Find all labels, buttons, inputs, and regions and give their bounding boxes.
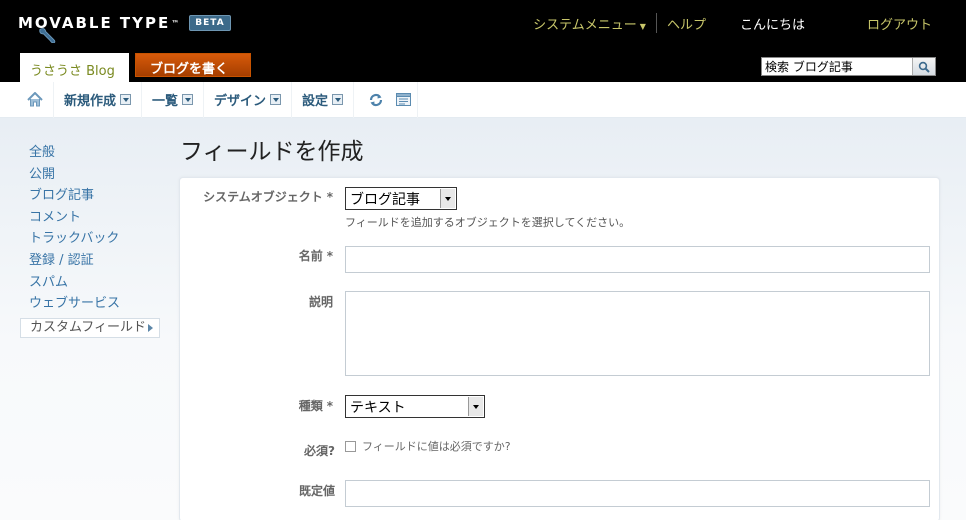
sidebar-item-custom-fields[interactable]: カスタムフィールド <box>20 317 160 338</box>
description-textarea[interactable] <box>345 291 930 376</box>
sidebar-item-label: カスタムフィールド <box>30 320 146 336</box>
required-checkbox[interactable] <box>345 441 356 452</box>
sidebar-item-general[interactable]: 全般 <box>20 142 160 164</box>
type-value: テキスト <box>350 399 406 416</box>
dropdown-arrow-icon <box>182 94 194 105</box>
search-box <box>761 57 936 76</box>
name-input[interactable] <box>345 246 930 273</box>
menu-design[interactable]: デザイン <box>204 81 293 118</box>
system-object-hint: フィールドを追加するオブジェクトを選択してください。 <box>345 216 631 229</box>
sidebar-item-web-services[interactable]: ウェブサービス <box>20 293 160 315</box>
menu-settings-label: 設定 <box>302 94 329 109</box>
settings-sidebar: 全般 公開 ブログ記事 コメント トラックバック 登録 / 認証 スパム ウェブ… <box>20 142 160 338</box>
type-label: 種類 * <box>180 397 333 414</box>
create-field-form: システムオブジェクト * ブログ記事 フィールドを追加するオブジェクトを選択してく… <box>179 177 940 520</box>
menu-list-label: 一覧 <box>152 94 179 109</box>
name-label-text: 名前 <box>298 249 323 263</box>
select-arrow-icon <box>440 189 455 208</box>
system-object-select[interactable]: ブログ記事 <box>345 187 457 210</box>
beta-badge: BETA <box>189 15 231 31</box>
select-arrow-icon <box>468 397 483 416</box>
logo-trademark: ™ <box>171 18 180 28</box>
chevron-down-icon: ▼ <box>639 21 646 31</box>
search-button[interactable] <box>912 58 935 75</box>
search-icon <box>918 61 930 73</box>
sidebar-item-publish[interactable]: 公開 <box>20 164 160 186</box>
required-checkbox-label: フィールドに値は必須ですか? <box>362 440 511 453</box>
sidebar-item-spam[interactable]: スパム <box>20 272 160 294</box>
page-title: フィールドを作成 <box>180 139 364 165</box>
content-area: 全般 公開 ブログ記事 コメント トラックバック 登録 / 認証 スパム ウェブ… <box>0 118 966 520</box>
default-value-input[interactable] <box>345 480 930 507</box>
menu-list[interactable]: 一覧 <box>142 81 205 118</box>
app-header: MOVABLE TYPE ™ BETA システムメニュー ▼ ヘルプ こんにちは ロ… <box>0 0 966 82</box>
greeting-text: こんにちは <box>739 17 805 33</box>
system-object-label-text: システムオブジェクト <box>203 190 323 204</box>
required-label: 必須? <box>304 444 335 458</box>
home-icon <box>27 92 43 107</box>
view-site-button[interactable] <box>390 81 419 118</box>
required-mark: * <box>326 249 333 263</box>
system-menu-label: システムメニュー <box>533 17 637 33</box>
menu-settings[interactable]: 設定 <box>292 81 355 118</box>
main-menu-bar: 新規作成 一覧 デザイン 設定 <box>0 81 966 118</box>
menu-new-label: 新規作成 <box>64 94 117 109</box>
menu-new[interactable]: 新規作成 <box>54 81 143 118</box>
type-label-text: 種類 <box>298 399 323 413</box>
sidebar-item-registration[interactable]: 登録 / 認証 <box>20 250 160 272</box>
sidebar-item-comments[interactable]: コメント <box>20 207 160 229</box>
required-mark: * <box>326 399 333 413</box>
dashboard-home-button[interactable] <box>27 81 54 118</box>
help-link[interactable]: ヘルプ <box>659 14 714 33</box>
sidebar-item-trackbacks[interactable]: トラックバック <box>20 228 160 250</box>
refresh-button[interactable] <box>354 82 390 118</box>
dropdown-arrow-icon <box>270 94 282 105</box>
description-label: 説明 <box>308 295 333 309</box>
type-select[interactable]: テキスト <box>345 395 485 418</box>
top-nav: システムメニュー ▼ ヘルプ こんにちは ログアウト <box>525 13 940 33</box>
nav-divider <box>655 13 657 33</box>
page-icon <box>396 93 412 106</box>
wrench-icon <box>39 28 56 43</box>
logout-link[interactable]: ログアウト <box>859 14 940 33</box>
menu-design-label: デザイン <box>214 94 267 109</box>
write-entry-button[interactable]: ブログを書く <box>135 53 251 77</box>
required-mark: * <box>326 190 333 204</box>
default-value-label: 既定値 <box>298 484 335 498</box>
system-object-label: システムオブジェクト * <box>180 188 333 205</box>
blog-name-tab[interactable]: うさうさ Blog <box>20 53 129 82</box>
dropdown-arrow-icon <box>332 94 344 105</box>
name-label: 名前 * <box>180 247 333 264</box>
system-menu-link[interactable]: システムメニュー ▼ <box>525 14 654 33</box>
refresh-icon <box>369 93 383 106</box>
chevron-right-icon <box>148 323 153 332</box>
search-input[interactable] <box>762 58 912 75</box>
system-object-value: ブログ記事 <box>350 191 420 208</box>
sidebar-item-entries[interactable]: ブログ記事 <box>20 185 160 207</box>
dropdown-arrow-icon <box>120 94 132 105</box>
